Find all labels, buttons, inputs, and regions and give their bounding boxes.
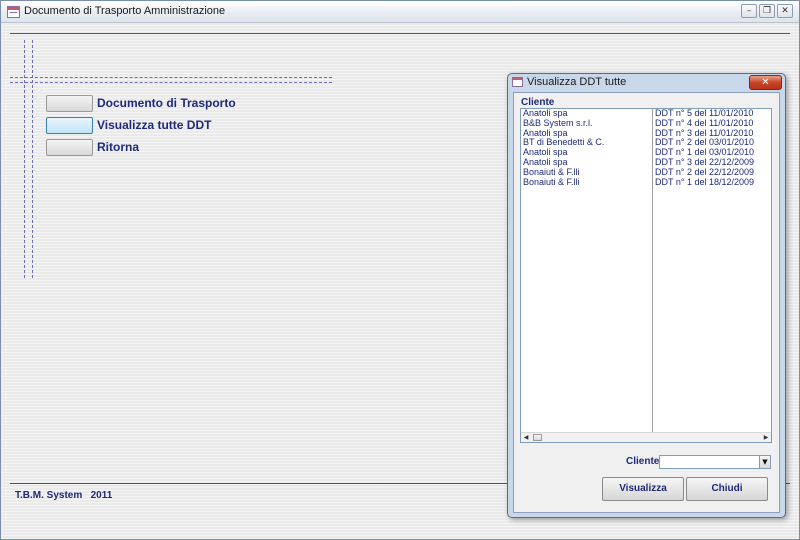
guide-line	[10, 82, 332, 83]
dialog-title: Visualizza DDT tutte	[527, 76, 627, 88]
ddt-listbox[interactable]: Anatoli spa DDT n° 5 del 11/01/2010 B&B Sy…	[520, 108, 772, 443]
minimize-button[interactable]: –	[741, 4, 757, 18]
documento-trasporto-label: Documento di Trasporto	[97, 96, 236, 110]
restore-button[interactable]: ❐	[759, 4, 775, 18]
window-controls: – ❐ ✕	[741, 4, 793, 18]
ritorna-button[interactable]	[46, 139, 93, 156]
guide-line	[32, 40, 33, 278]
ddt-list-dialog: Visualizza DDT tutte ✕ Cliente Anatoli s…	[507, 73, 786, 518]
cliente-combo-input[interactable]	[661, 456, 758, 468]
filter-cliente-label: Cliente	[626, 456, 660, 467]
footer-text: T.B.M. System 2011	[15, 490, 113, 501]
documento-trasporto-button[interactable]	[46, 95, 93, 112]
list-rows: Anatoli spa DDT n° 5 del 11/01/2010 B&B Sy…	[521, 108, 771, 188]
chevron-down-icon[interactable]: ▼	[759, 456, 770, 468]
dialog-body: Cliente Anatoli spa DDT n° 5 del 11/01/20…	[513, 92, 780, 513]
arrow-left-icon[interactable]: ◀	[521, 433, 531, 442]
visualizza-tutte-ddt-button[interactable]	[46, 117, 93, 134]
guide-line	[10, 77, 332, 78]
top-divider	[10, 33, 790, 34]
visualizza-button[interactable]: Visualizza	[602, 477, 684, 501]
dialog-title-bar[interactable]: Visualizza DDT tutte ✕	[508, 74, 785, 91]
cliente-combobox[interactable]: ▼	[659, 455, 771, 469]
list-item[interactable]: Bonaiuti & F.lli DDT n° 1 del 18/12/2009	[521, 176, 771, 188]
ddt-cell: DDT n° 1 del 18/12/2009	[655, 176, 754, 187]
visualizza-tutte-ddt-label: Visualizza tutte DDT	[97, 118, 212, 132]
arrow-right-icon[interactable]: ▶	[761, 433, 771, 442]
form-icon	[7, 6, 20, 18]
chiudi-button[interactable]: Chiudi	[686, 477, 768, 501]
scrollbar-thumb[interactable]	[533, 434, 542, 441]
ritorna-label: Ritorna	[97, 140, 139, 154]
guide-line	[24, 40, 25, 278]
list-header-cliente: Cliente	[521, 97, 555, 108]
form-icon	[512, 77, 523, 87]
cliente-cell: Bonaiuti & F.lli	[523, 176, 580, 187]
title-bar[interactable]: Documento di Trasporto Amministrazione –…	[1, 1, 799, 23]
dialog-close-button[interactable]: ✕	[749, 75, 782, 90]
window-title: Documento di Trasporto Amministrazione	[24, 5, 226, 17]
close-button[interactable]: ✕	[777, 4, 793, 18]
horizontal-scrollbar[interactable]: ◀ ▶	[521, 432, 771, 442]
